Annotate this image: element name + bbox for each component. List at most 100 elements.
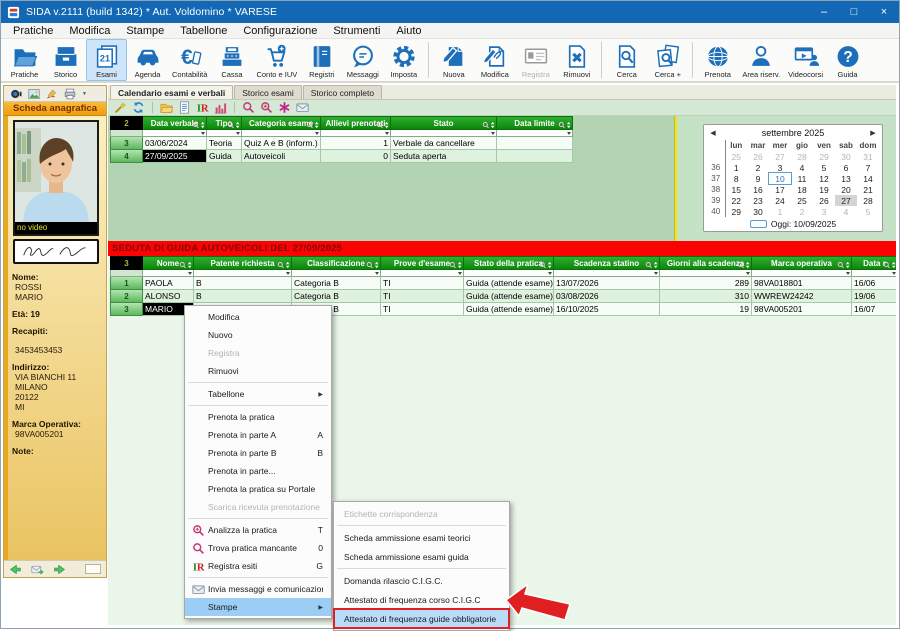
filter-cell-stato-della-pratica[interactable] [464,270,554,277]
calendar-day[interactable]: 29 [813,151,835,162]
cell-data-r-row-2[interactable]: 19/06 [852,290,896,303]
cell-data-verbale-row-3[interactable]: 03/06/2024 [143,137,207,150]
menu-item-prenota-in-parte-a[interactable]: Prenota in parte AA [185,426,331,444]
cell-prove-d-esame-row-3[interactable]: TI [381,303,464,316]
cell-giorni-alla-scadenza-row-2[interactable]: 310 [660,290,752,303]
filter-cell-patente-richiesta[interactable] [194,270,292,277]
toolbar-button-rimuovi[interactable]: Rimuovi [556,39,597,81]
column-header-categoria-esame[interactable]: Categoria esame [242,116,321,130]
cell-data-r-row-3[interactable]: 16/07 [852,303,896,316]
cell-stato-row-4[interactable]: Seduta aperta [391,150,497,163]
calendar-day[interactable]: 27 [835,195,857,206]
menu-aiuto[interactable]: Aiuto [388,25,429,37]
calendar-day[interactable]: 1 [769,206,791,217]
menu-tabellone[interactable]: Tabellone [172,25,235,37]
toolbar-button-prenota[interactable]: Prenota [697,39,738,81]
calendar-day[interactable]: 27 [769,151,791,162]
cell-marca-operativa-row-2[interactable]: WWREW24242 [752,290,852,303]
close-button[interactable]: × [869,1,899,23]
row-number-cell[interactable]: 2 [110,290,143,303]
cell-data-limite-row-4[interactable] [497,150,573,163]
column-header-giorni-alla-scadenza[interactable]: Giorni alla scadenza [660,256,752,270]
calendar-day[interactable]: 9 [747,173,769,184]
cell-giorni-alla-scadenza-row-1[interactable]: 289 [660,277,752,290]
next-arrow-icon[interactable] [53,563,66,576]
column-header-patente-richiesta[interactable]: Patente richiesta [194,256,292,270]
calendar-day[interactable]: 4 [791,162,813,173]
cell-scadenza-statino-row-3[interactable]: 16/10/2025 [554,303,660,316]
calendar-day[interactable]: 30 [747,206,769,217]
magic-wand-icon[interactable] [114,101,127,114]
cell-marca-operativa-row-3[interactable]: 98VA005201 [752,303,852,316]
signature-icon[interactable] [46,88,58,100]
cell-tipo-row-4[interactable]: Guida [207,150,242,163]
cell-marca-operativa-row-1[interactable]: 98VA018801 [752,277,852,290]
menu-pratiche[interactable]: Pratiche [5,25,61,37]
toolbar-button-imposta[interactable]: Imposta [383,39,424,81]
column-header-prove-d-esame[interactable]: Prove d'esame [381,256,464,270]
chart-icon[interactable] [214,101,227,114]
toolbar-button-conto-e-iuv[interactable]: Conto e IUV [252,39,301,81]
row-number-cell[interactable]: 4 [110,150,143,163]
cell-prove-d-esame-row-2[interactable]: TI [381,290,464,303]
photo-icon[interactable] [28,88,40,100]
tab-storico-esami[interactable]: Storico esami [234,85,302,99]
calendar-day[interactable]: 3 [769,162,791,173]
calendar-day[interactable]: 12 [813,173,835,184]
calendar-day[interactable]: 28 [857,195,879,206]
cell-categoria-esame-row-3[interactable]: Quiz A e B (inform.) [242,137,321,150]
cell-allievi-prenotati-row-4[interactable]: 0 [321,150,391,163]
column-header-tipo[interactable]: Tipo [207,116,242,130]
column-header-stato[interactable]: Stato [391,116,497,130]
mail-icon[interactable] [296,101,309,114]
cell-patente-richiesta-row-1[interactable]: B [194,277,292,290]
asterisk-icon[interactable] [278,101,291,114]
filter-cell-data-r[interactable] [852,270,896,277]
menu-item-registra-esiti[interactable]: IRRegistra esitiG [185,557,331,575]
document-icon[interactable] [178,101,191,114]
calendar-day[interactable]: 22 [725,195,747,206]
cell-stato-della-pratica-row-2[interactable]: Guida (attende esame) [464,290,554,303]
cell-giorni-alla-scadenza-row-3[interactable]: 19 [660,303,752,316]
calendar-day[interactable]: 25 [725,151,747,162]
toolbar-button-registri[interactable]: Registri [301,39,342,81]
menu-item-rimuovi[interactable]: Rimuovi [185,362,331,380]
calendar-day[interactable]: 13 [835,173,857,184]
cell-classificazione-row-2[interactable]: Categoria B [292,290,381,303]
toolbar-button-guida[interactable]: ?Guida [827,39,868,81]
menu-item-attestato-di-frequenza-guide-obbligatorie[interactable]: Attestato di frequenza guide obbligatori… [334,609,509,628]
toolbar-button-contabilit[interactable]: €Contabilità [168,39,211,81]
calendar-day[interactable]: 31 [857,151,879,162]
menu-item-prenota-la-pratica[interactable]: Prenota la pratica [185,408,331,426]
cell-nome-row-1[interactable]: PAOLA [143,277,194,290]
column-header-data-limite[interactable]: Data limite [497,116,573,130]
row-number-cell[interactable]: 1 [110,277,143,290]
menu-strumenti[interactable]: Strumenti [325,25,388,37]
row-number-cell[interactable]: 3 [110,137,143,150]
calendar-day[interactable]: 5 [857,206,879,217]
calendar-day[interactable]: 11 [791,173,813,184]
menu-modifica[interactable]: Modifica [61,25,118,37]
calendar-next-icon[interactable]: ▶ [867,129,879,137]
cell-data-limite-row-3[interactable] [497,137,573,150]
calendar-day[interactable]: 23 [747,195,769,206]
calendar-day[interactable]: 21 [857,184,879,195]
menu-item-modifica[interactable]: Modifica [185,308,331,326]
cell-patente-richiesta-row-2[interactable]: B [194,290,292,303]
send-mail-icon[interactable] [31,563,44,576]
toolbar-button-videocorsi[interactable]: Videocorsi [784,39,827,81]
cell-categoria-esame-row-4[interactable]: Autoveicoli [242,150,321,163]
calendar-day[interactable]: 26 [813,195,835,206]
calendar-day[interactable]: 2 [747,162,769,173]
column-header-data-verbale[interactable]: Data verbale [143,116,207,130]
column-header-nome[interactable]: Nome [143,256,194,270]
filter-cell-prove-d-esame[interactable] [381,270,464,277]
search-icon[interactable] [242,101,255,114]
calendar-day[interactable]: 2 [791,206,813,217]
dropdown-caret-icon[interactable]: ▼ [82,91,87,97]
calendar-day[interactable]: 30 [835,151,857,162]
row-number-cell[interactable]: 3 [110,303,143,316]
filter-cell-scadenza-statino[interactable] [554,270,660,277]
menu-item-attestato-di-frequenza-corso-c-i-g-c[interactable]: Attestato di frequenza corso C.I.G.C [334,590,509,609]
toolbar-button-esami[interactable]: 21Esami [86,39,127,81]
